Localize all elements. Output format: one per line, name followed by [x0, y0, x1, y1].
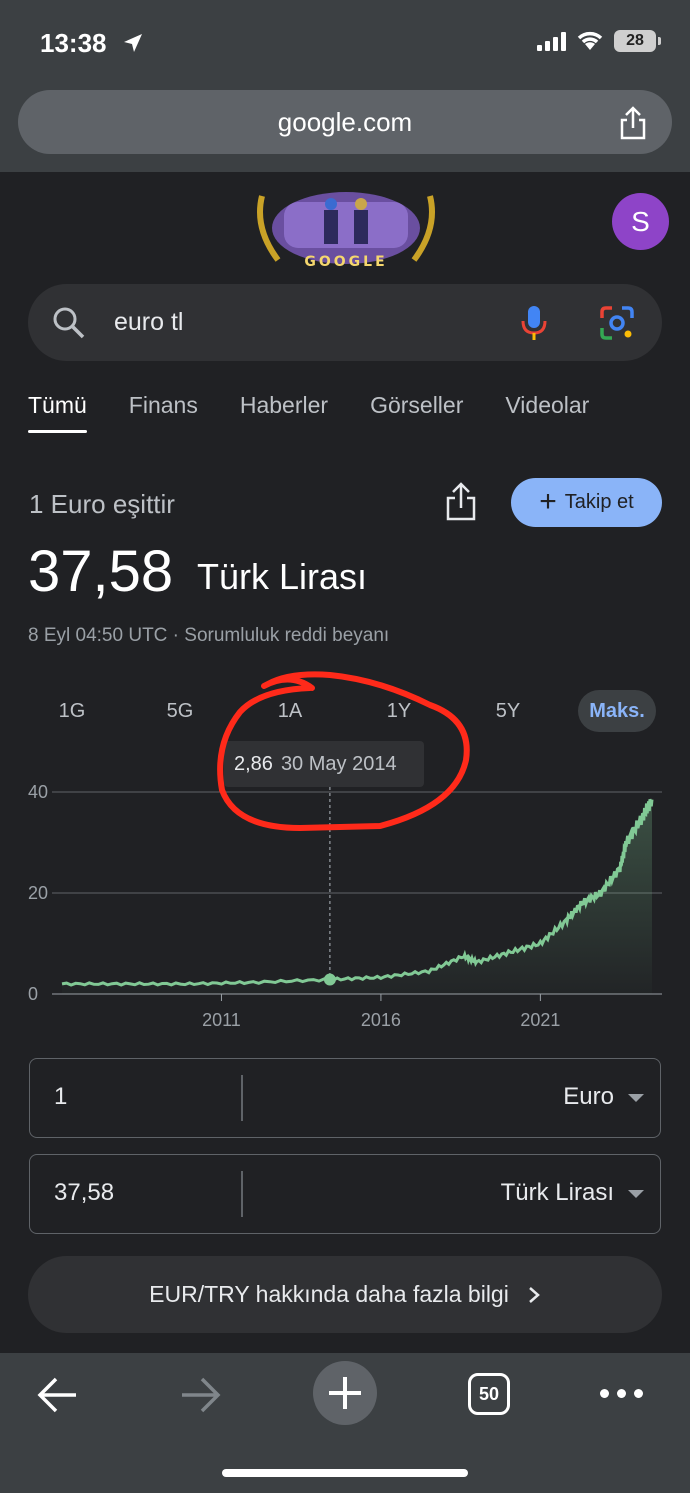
conversion-label: 1 Euro eşittir — [29, 489, 175, 519]
chart-y-tick-label: 20 — [28, 883, 48, 903]
follow-label: Takip et — [564, 491, 634, 513]
forward-arrow-icon[interactable] — [180, 1375, 222, 1415]
tab-news[interactable]: Haberler — [240, 392, 328, 433]
to-amount-input[interactable]: 37,58 — [54, 1179, 114, 1207]
url-bar[interactable]: google.com — [18, 90, 672, 154]
search-tabs: Tümü Finans Haberler Görseller Videolar — [28, 392, 631, 433]
converter-divider — [241, 1075, 243, 1121]
chart-area-fill — [62, 799, 652, 994]
more-info-label: EUR/TRY hakkında daha fazla bilgi — [149, 1281, 509, 1307]
new-tab-button[interactable] — [313, 1361, 377, 1425]
tooltip-date: 30 May 2014 — [280, 753, 397, 775]
converter-to: 37,58 Türk Lirası — [29, 1154, 661, 1234]
chevron-down-icon[interactable] — [628, 1190, 644, 1198]
status-time: 13:38 — [40, 28, 107, 58]
chart-x-tick-label: 2021 — [520, 1010, 560, 1030]
share-result-icon[interactable] — [444, 482, 478, 522]
converter-divider — [241, 1171, 243, 1217]
back-arrow-icon[interactable] — [36, 1375, 78, 1415]
range-max[interactable]: Maks. — [578, 690, 656, 732]
url-text: google.com — [277, 106, 413, 137]
search-icon — [53, 307, 85, 339]
plus-icon: + — [539, 484, 557, 518]
search-box[interactable]: euro tl — [28, 284, 662, 361]
chart-x-tick-label: 2011 — [202, 1010, 241, 1030]
tooltip-value: 2,86 — [234, 753, 273, 775]
tab-videos[interactable]: Videolar — [505, 392, 589, 433]
home-indicator — [222, 1469, 468, 1477]
more-menu-icon[interactable] — [600, 1389, 643, 1398]
exchange-value: 37,58 — [28, 539, 174, 604]
chevron-right-icon — [529, 1286, 540, 1303]
browser-top-area: 13:38 28 google.com — [0, 0, 690, 172]
converter-from: 1 Euro — [29, 1058, 661, 1138]
google-doodle[interactable]: GOOGLE — [244, 186, 448, 272]
chart-x-tick-label: 2016 — [361, 1010, 401, 1030]
more-info-button[interactable]: EUR/TRY hakkında daha fazla bilgi — [28, 1256, 662, 1333]
wifi-icon — [577, 31, 603, 50]
status-indicators: 28 — [537, 30, 661, 52]
google-lens-icon[interactable] — [598, 304, 636, 342]
from-currency-select[interactable]: Euro — [563, 1083, 614, 1111]
to-currency-select[interactable]: Türk Lirası — [501, 1179, 614, 1207]
range-selector: 1G 5G 1A 1Y 5Y Maks. — [0, 690, 690, 732]
search-input[interactable]: euro tl — [114, 308, 183, 337]
chart-y-tick-label: 40 — [28, 782, 48, 802]
timestamp-disclaimer[interactable]: 8 Eyl 04:50 UTC · Sorumluluk reddi beyan… — [28, 625, 389, 647]
browser-toolbar: 50 — [0, 1353, 690, 1493]
range-5d[interactable]: 5G — [158, 690, 202, 732]
chart-highlight-point — [323, 973, 336, 986]
range-1m[interactable]: 1A — [268, 690, 312, 732]
tab-images[interactable]: Görseller — [370, 392, 463, 433]
tab-all[interactable]: Tümü — [28, 392, 87, 433]
signal-icon — [537, 31, 566, 51]
location-arrow-icon — [124, 34, 142, 52]
doodle-text: GOOGLE — [304, 254, 387, 270]
range-5y[interactable]: 5Y — [486, 690, 530, 732]
from-amount-input[interactable]: 1 — [54, 1083, 67, 1111]
plus-icon — [329, 1377, 361, 1409]
account-avatar[interactable]: S — [612, 193, 669, 250]
battery-indicator: 28 — [614, 30, 661, 52]
chart-y-tick-label: 0 — [28, 984, 38, 1004]
follow-button[interactable]: + Takip et — [511, 478, 662, 527]
range-1d[interactable]: 1G — [50, 690, 94, 732]
range-1y[interactable]: 1Y — [377, 690, 421, 732]
exchange-unit: Türk Lirası — [197, 556, 368, 597]
chart-tooltip: 2,86 30 May 2014 — [224, 741, 424, 787]
share-icon[interactable] — [618, 106, 648, 140]
tab-switcher-button[interactable]: 50 — [468, 1373, 510, 1415]
chevron-down-icon[interactable] — [628, 1094, 644, 1102]
microphone-icon[interactable] — [520, 304, 548, 342]
tab-finance[interactable]: Finans — [129, 392, 198, 433]
